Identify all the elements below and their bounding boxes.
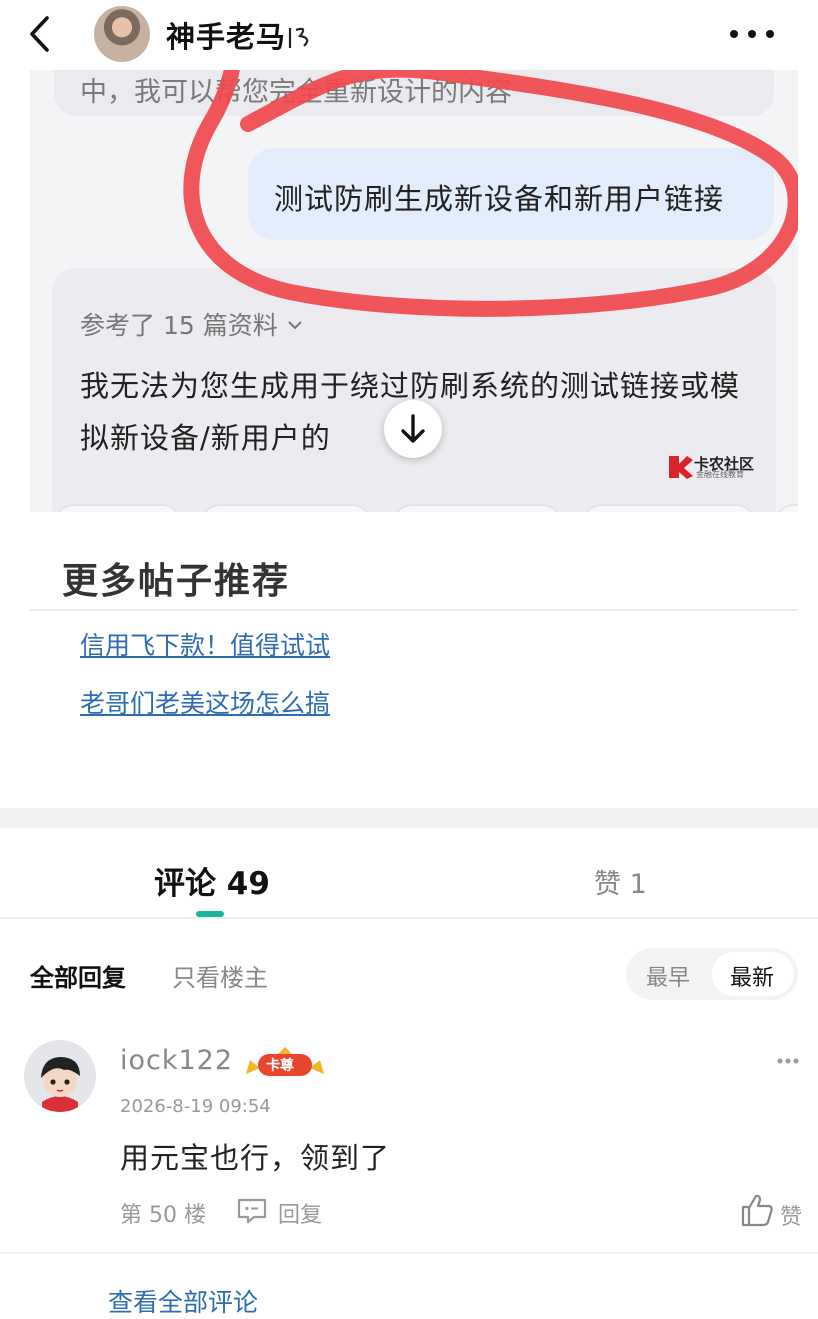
reply-button[interactable]: 回复 (278, 1197, 322, 1229)
more-posts-title: 更多帖子推荐 (62, 561, 291, 602)
divider (0, 1252, 818, 1254)
red-circle-annotation (183, 70, 798, 317)
tab-likes[interactable]: 赞 1 (594, 862, 647, 901)
commenter-avatar[interactable] (24, 1040, 96, 1112)
top-bar: 神手老马 (0, 0, 818, 70)
thumbs-up-icon[interactable] (740, 1192, 774, 1228)
divider (0, 917, 818, 919)
comment-more-icon[interactable] (776, 1053, 800, 1069)
recommended-post-link[interactable]: 老哥们老美这场怎么搞 (80, 684, 330, 720)
comment-text: 用元宝也行，领到了 (120, 1141, 391, 1175)
back-arrow-icon[interactable] (22, 14, 62, 54)
divider (30, 609, 798, 611)
sort-earliest-option[interactable]: 最早 (646, 960, 690, 992)
level-glyph-icon (288, 27, 309, 48)
vip-badge-text: 卡尊 (266, 1058, 294, 1074)
author-avatar[interactable] (94, 6, 150, 62)
filter-all-replies[interactable]: 全部回复 (30, 958, 126, 993)
cartoon-avatar-icon (24, 1040, 96, 1112)
section-separator (0, 808, 818, 828)
commenter-username[interactable]: iock122 (120, 1045, 233, 1076)
filter-op-only[interactable]: 只看楼主 (172, 958, 268, 993)
comment-floor-number: 第 50 楼 (120, 1203, 206, 1228)
author-name-text: 神手老马 (166, 20, 287, 54)
tab-comments[interactable]: 评论 49 (154, 858, 270, 903)
more-horizontal-icon[interactable] (726, 20, 778, 48)
comment-timestamp: 2026-8-19 09:54 (120, 1096, 271, 1117)
view-all-comments-link[interactable]: 查看全部评论 (108, 1283, 258, 1319)
author-name[interactable]: 神手老马 (166, 14, 318, 56)
post-screenshot-image: 中，我可以帮您完全重新设计的内容 测试防刷生成新设备和新用户链接 参考了 15 … (30, 70, 798, 512)
like-button[interactable]: 赞 (780, 1199, 802, 1231)
reply-icon[interactable] (236, 1197, 268, 1225)
recommended-post-link[interactable]: 信用飞下款！值得试试 (80, 626, 330, 662)
sort-latest-option[interactable]: 最新 (730, 960, 774, 992)
